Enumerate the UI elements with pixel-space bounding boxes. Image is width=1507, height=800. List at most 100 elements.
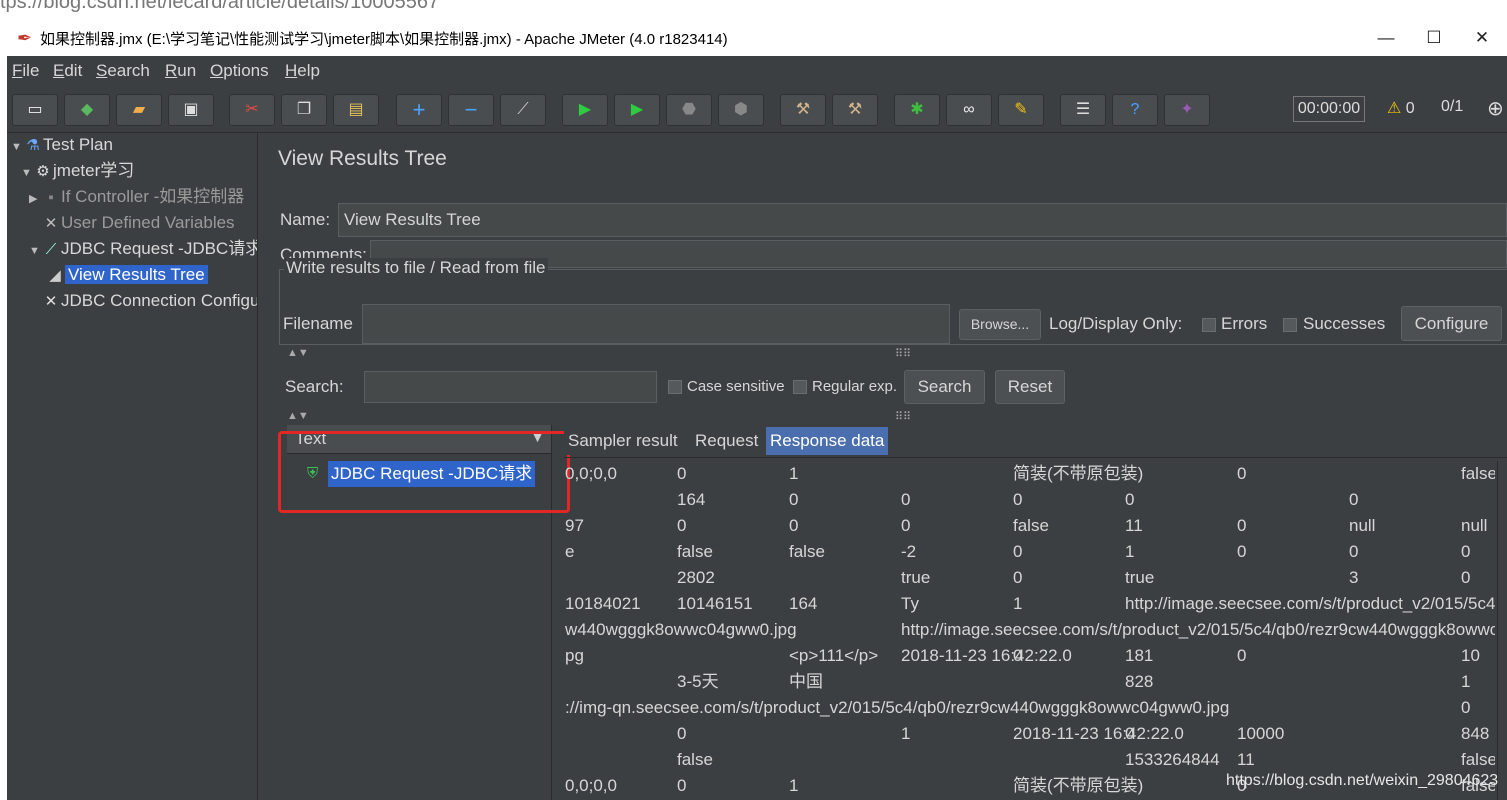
stop-icon[interactable]: ⬣ bbox=[666, 94, 712, 126]
search-input[interactable] bbox=[364, 371, 657, 403]
menu-help[interactable]: Help bbox=[285, 61, 320, 81]
tree-node-jdbc-request[interactable]: ▼ ⟋ JDBC Request -JDBC请求 bbox=[29, 237, 257, 261]
response-row: 0,0;0,0 0 1 简装(不带原包装) 0 false bbox=[565, 461, 1495, 487]
minimize-button[interactable]: — bbox=[1363, 24, 1409, 52]
response-row: pg <p>111</p> 2018-11-23 16:42:22.0 0 181 0 10 bbox=[565, 643, 1495, 669]
watermark: https://blog.csdn.net/weixin_29804623 bbox=[1226, 772, 1499, 789]
response-cell: 1 bbox=[789, 776, 799, 795]
response-row: 3-5天 中国 828 1 bbox=[565, 669, 1495, 695]
response-cell: false bbox=[1013, 516, 1049, 535]
menu-search[interactable]: Search bbox=[96, 61, 150, 81]
response-cell: 10184021 bbox=[565, 594, 641, 613]
tab-response-data[interactable]: Response data bbox=[766, 427, 889, 455]
warning-count[interactable]: ⚠ 0 bbox=[1387, 98, 1415, 118]
tree-node-jdbc-connection[interactable]: ✕JDBC Connection Configuration bbox=[29, 289, 257, 313]
help-icon[interactable]: ? bbox=[1112, 94, 1158, 126]
save-icon[interactable]: ▣ bbox=[168, 94, 214, 126]
response-cell: false bbox=[789, 542, 825, 561]
maximize-button[interactable]: ☐ bbox=[1411, 24, 1457, 52]
tree-splitter[interactable] bbox=[257, 133, 268, 800]
copy-icon[interactable]: ❐ bbox=[281, 94, 327, 126]
browse-button[interactable]: Browse... bbox=[959, 309, 1041, 340]
log-viewer-icon[interactable]: ⊕ bbox=[1487, 96, 1504, 121]
response-cell: 1 bbox=[1013, 594, 1023, 613]
response-data-text[interactable]: 0,0;0,0 0 1 简装(不带原包装) 0 false 164 0 0 0 0 0 97 0 0 0 fal… bbox=[565, 461, 1495, 800]
open-icon[interactable]: ▰ bbox=[116, 94, 162, 126]
start-icon[interactable]: ▶ bbox=[562, 94, 608, 126]
tree-node-thread-group[interactable]: ▼ ⚙ jmeter学习 bbox=[21, 159, 134, 183]
paste-icon[interactable]: ▤ bbox=[333, 94, 379, 126]
function-helper-icon[interactable]: ☰ bbox=[1060, 94, 1106, 126]
search-button[interactable]: Search bbox=[904, 370, 985, 404]
tree-node-if-controller[interactable]: ▶ ▪ If Controller -如果控制器 bbox=[29, 185, 244, 209]
config-icon: ✕ bbox=[44, 293, 58, 310]
filename-label: Filename bbox=[283, 314, 353, 333]
response-cell: 164 bbox=[677, 490, 706, 509]
expanded-arrow-icon[interactable]: ▼ bbox=[11, 135, 23, 159]
response-row: 10184021 10146151 164 Ty 1 http://image.seecs… bbox=[565, 591, 1495, 617]
response-scrollbar[interactable] bbox=[1497, 461, 1507, 800]
filename-input[interactable] bbox=[362, 304, 950, 344]
remote-icon[interactable]: ✦ bbox=[1164, 94, 1210, 126]
toggle-icon[interactable]: ⟋ bbox=[500, 94, 546, 126]
search-icon[interactable]: ✱ bbox=[894, 94, 940, 126]
menu-edit-label: dit bbox=[64, 61, 83, 80]
configure-button[interactable]: Configure bbox=[1401, 306, 1502, 341]
tree-node-user-defined-variables[interactable]: ✕ User Defined Variables bbox=[29, 211, 235, 235]
collapsed-arrow-icon[interactable]: ▶ bbox=[29, 187, 41, 211]
page-left-edge bbox=[0, 22, 7, 800]
reset-button[interactable]: Reset bbox=[995, 370, 1065, 404]
case-sensitive-checkbox[interactable] bbox=[668, 380, 682, 394]
response-row: 97 0 0 0 false 11 0 null null bbox=[565, 513, 1495, 539]
close-button[interactable]: ✕ bbox=[1459, 24, 1505, 52]
tree-label: JDBC Request -JDBC请求 bbox=[61, 239, 257, 258]
log-display-label: Log/Display Only: bbox=[1049, 314, 1183, 333]
expanded-arrow-icon[interactable]: ▼ bbox=[29, 239, 41, 263]
expand-icon[interactable]: + bbox=[396, 94, 442, 126]
tree-node-view-results-tree[interactable]: ◢ View Results Tree bbox=[45, 263, 208, 287]
collapse-icon[interactable]: − bbox=[448, 94, 494, 126]
response-row: 0 1 2018-11-23 16:42:22.0 0 10000 848 bbox=[565, 721, 1495, 747]
templates-icon[interactable]: ◆ bbox=[64, 94, 110, 126]
tree-node-test-plan[interactable]: ▼ ⚗ Test Plan bbox=[11, 133, 113, 157]
binoculars-icon[interactable]: ∞ bbox=[946, 94, 992, 126]
response-cell: 164 bbox=[789, 594, 818, 613]
menu-edit[interactable]: Edit bbox=[53, 61, 82, 81]
response-row: e false false -2 0 1 0 0 0 bbox=[565, 539, 1495, 565]
successes-checkbox[interactable] bbox=[1283, 318, 1297, 332]
clear-icon[interactable]: ⚒ bbox=[780, 94, 826, 126]
response-row: w440wgggk8owwc04gww0.jpg http://image.see… bbox=[565, 617, 1495, 643]
menu-options[interactable]: Options bbox=[210, 61, 269, 81]
split-grip-icon[interactable]: ⠿⠿ bbox=[895, 410, 911, 423]
clear-all-icon[interactable]: ⚒ bbox=[832, 94, 878, 126]
split-arrows-icon[interactable]: ▲▼ bbox=[287, 410, 309, 422]
active-threads: 0/1 bbox=[1441, 98, 1464, 115]
expanded-arrow-icon[interactable]: ▼ bbox=[21, 161, 33, 185]
response-cell: ://img-qn.seecsee.com/s/t/product_v2/015… bbox=[565, 698, 1230, 717]
tab-sampler-result[interactable]: Sampler result bbox=[564, 427, 682, 455]
shutdown-icon[interactable]: ⬢ bbox=[718, 94, 764, 126]
title-bar: ✒ 如果控制器.jmx (E:\学习笔记\性能测试学习\jmeter脚本\如果控… bbox=[7, 22, 1507, 56]
cut-icon[interactable]: ✂ bbox=[229, 94, 275, 126]
reset-search-icon[interactable]: ✎ bbox=[998, 94, 1044, 126]
elapsed-timer: 00:00:00 bbox=[1293, 96, 1365, 122]
response-cell: 2802 bbox=[677, 568, 715, 587]
split-grip-icon[interactable]: ⠿⠿ bbox=[895, 347, 911, 360]
regular-exp-checkbox[interactable] bbox=[793, 380, 807, 394]
new-icon[interactable]: ▭ bbox=[12, 94, 58, 126]
split-arrows-icon[interactable]: ▲▼ bbox=[287, 347, 309, 359]
menu-file[interactable]: File bbox=[12, 61, 39, 81]
tab-request[interactable]: Request bbox=[691, 427, 763, 455]
search-label: Search: bbox=[285, 377, 344, 396]
menu-search-mnemonic: S bbox=[96, 61, 108, 80]
test-plan-tree: ▼ ⚗ Test Plan ▼ ⚙ jmeter学习 ▶ ▪ If Controller -… bbox=[7, 133, 257, 800]
menu-run-mnemonic: R bbox=[165, 61, 178, 80]
menu-run-label: un bbox=[177, 61, 197, 80]
response-cell: 0 bbox=[1013, 646, 1023, 665]
name-field[interactable]: View Results Tree bbox=[338, 203, 1507, 237]
response-cell: 0 bbox=[1237, 464, 1247, 483]
errors-checkbox[interactable] bbox=[1202, 318, 1216, 332]
menu-run[interactable]: Run bbox=[165, 61, 196, 81]
start-no-timers-icon[interactable]: ▶ bbox=[614, 94, 660, 126]
response-cell: w440wgggk8owwc04gww0.jpg bbox=[565, 620, 797, 639]
